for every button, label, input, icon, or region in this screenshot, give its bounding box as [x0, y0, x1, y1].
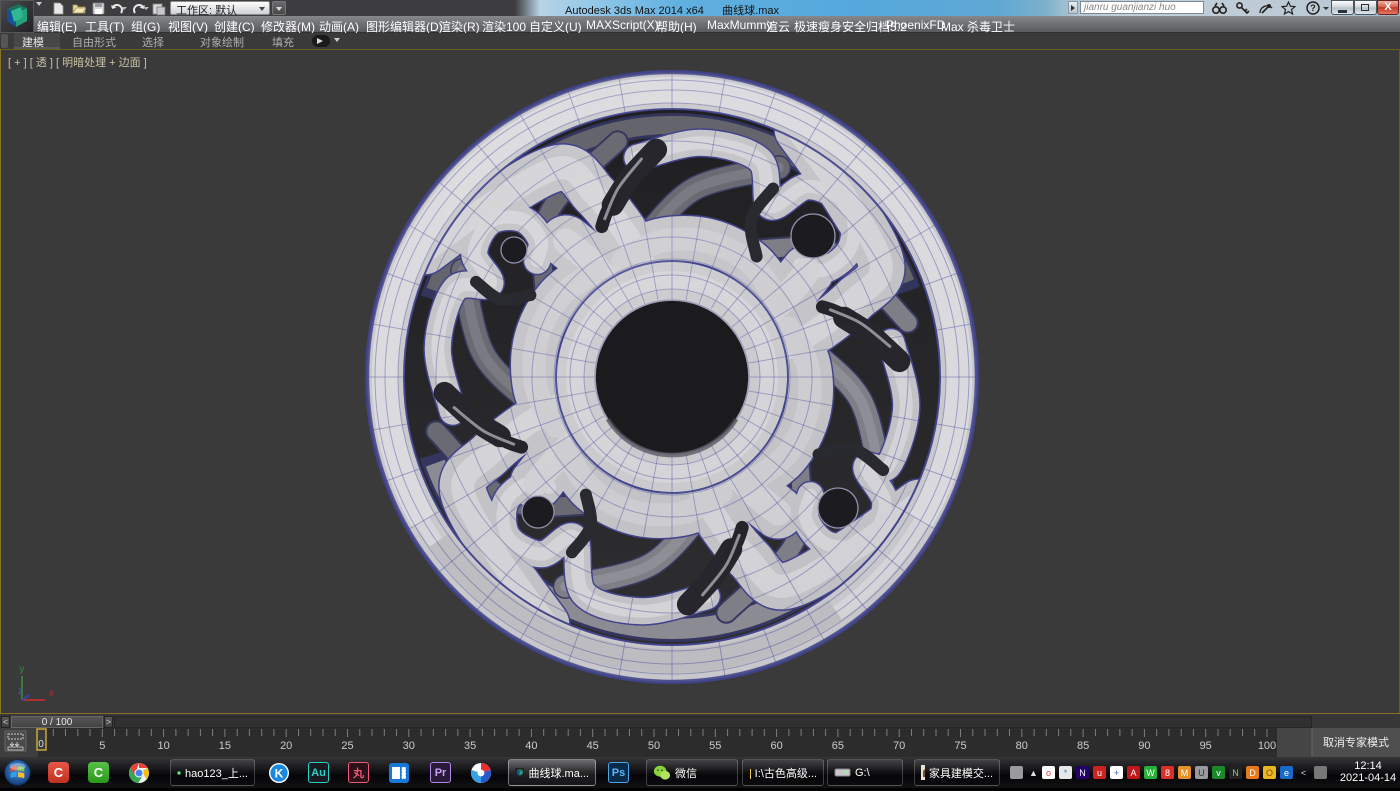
svg-text:40: 40: [525, 740, 537, 752]
svg-text:55: 55: [709, 740, 721, 752]
svg-text:60: 60: [770, 740, 782, 752]
svg-text:35: 35: [464, 740, 476, 752]
svg-text:95: 95: [1200, 740, 1212, 752]
svg-text:?: ?: [1310, 3, 1316, 13]
svg-text:30: 30: [403, 740, 415, 752]
svg-text:65: 65: [832, 740, 844, 752]
svg-text:25: 25: [341, 740, 353, 752]
svg-text:75: 75: [954, 740, 966, 752]
svg-text:85: 85: [1077, 740, 1089, 752]
svg-text:50: 50: [648, 740, 660, 752]
svg-text:70: 70: [893, 740, 905, 752]
svg-text:100: 100: [1258, 740, 1276, 752]
svg-text:取消专家模式: 取消专家模式: [1323, 735, 1389, 749]
svg-text:0: 0: [38, 739, 44, 750]
svg-text:15: 15: [219, 740, 231, 752]
svg-text:20: 20: [280, 740, 292, 752]
svg-text:5: 5: [99, 740, 105, 752]
svg-text:K: K: [274, 766, 283, 780]
svg-text:45: 45: [587, 740, 599, 752]
svg-text:80: 80: [1016, 740, 1028, 752]
svg-text:90: 90: [1138, 740, 1150, 752]
svg-text:10: 10: [157, 740, 169, 752]
